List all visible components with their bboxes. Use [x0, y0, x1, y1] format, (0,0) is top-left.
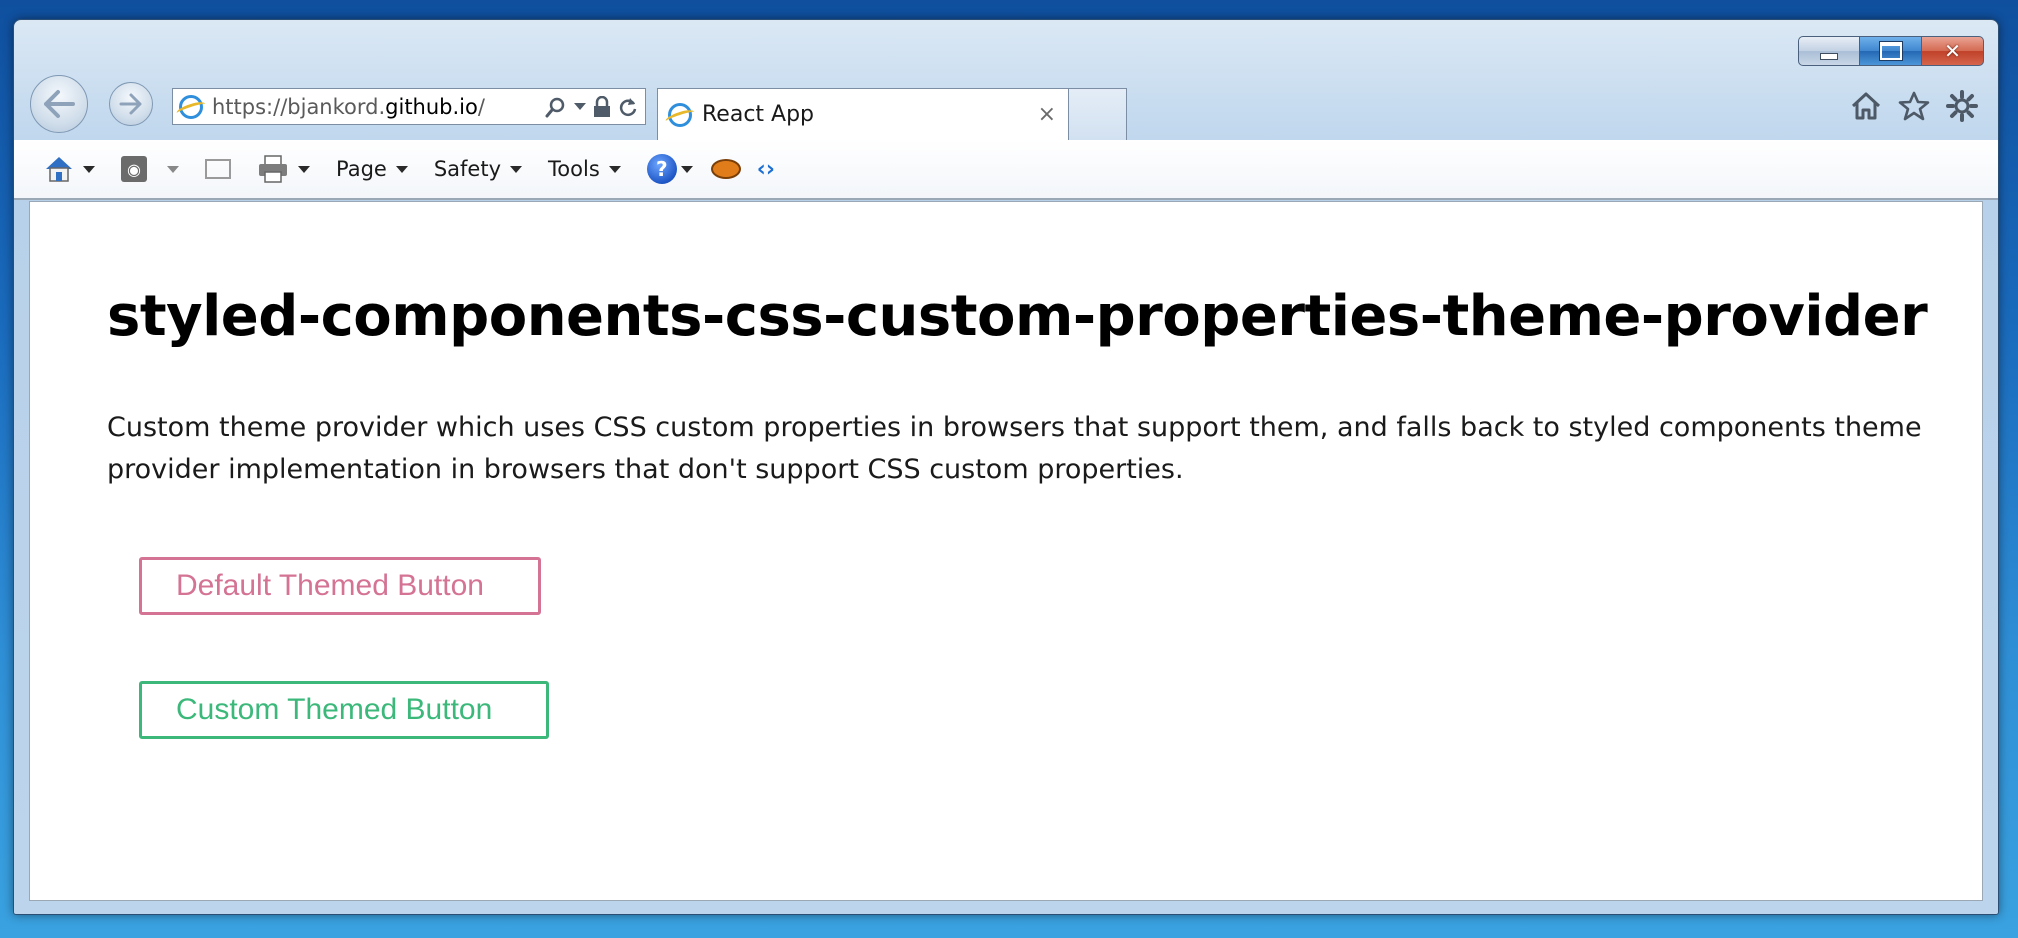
home-command[interactable] [44, 154, 95, 184]
default-themed-button[interactable]: Default Themed Button [139, 557, 541, 615]
page-content: styled-components-css-custom-properties-… [29, 201, 1983, 901]
close-icon: ✕ [1944, 39, 1961, 63]
mail-icon [205, 159, 231, 179]
tab-react-app[interactable]: React App × [657, 88, 1069, 140]
page-menu[interactable]: Page [336, 157, 408, 181]
command-bar: ◉ Page Safety Tools ? ‹› [14, 140, 1998, 200]
tab-title: React App [702, 102, 815, 127]
minimize-icon [1820, 52, 1838, 60]
address-bar-icons [545, 95, 645, 118]
print-dropdown-icon[interactable] [298, 165, 310, 173]
tools-menu-label: Tools [548, 157, 600, 181]
minimize-button[interactable] [1798, 36, 1860, 66]
bug-icon [710, 159, 741, 179]
browser-window: ✕ https://bjankord.github.io/ React App … [13, 19, 1999, 915]
tab-close-icon[interactable]: × [1038, 102, 1056, 127]
tools-dropdown-icon [608, 165, 621, 173]
tools-menu[interactable]: Tools [548, 157, 621, 181]
home-dropdown-icon[interactable] [83, 165, 95, 173]
feeds-command[interactable]: ◉ [121, 156, 179, 182]
help-dropdown-icon [680, 165, 693, 173]
maximize-icon [1879, 42, 1902, 60]
safety-menu[interactable]: Safety [433, 157, 523, 181]
ie-tab-icon [668, 102, 692, 127]
ie-page-icon [179, 94, 203, 119]
back-arrow-icon [44, 90, 75, 118]
help-menu[interactable]: ? [646, 154, 693, 184]
url-text[interactable]: https://bjankord.github.io/ [212, 95, 485, 119]
close-window-button[interactable]: ✕ [1922, 36, 1984, 66]
help-icon: ? [646, 154, 677, 184]
url-suffix: / [477, 94, 485, 119]
bug-command[interactable] [710, 159, 741, 179]
lock-icon[interactable] [593, 95, 611, 118]
feeds-icon: ◉ [121, 156, 147, 182]
page-title: styled-components-css-custom-properties-… [107, 284, 1928, 349]
page-menu-label: Page [336, 157, 387, 181]
print-icon [259, 155, 287, 183]
print-command[interactable] [257, 154, 310, 184]
devtools-command[interactable]: ‹› [757, 157, 775, 182]
page-dropdown-icon [395, 165, 408, 173]
search-icon[interactable] [545, 96, 567, 118]
refresh-icon[interactable] [618, 96, 638, 118]
browser-right-icons [1850, 90, 1978, 122]
forward-button[interactable] [109, 82, 153, 126]
search-dropdown-icon[interactable] [574, 103, 586, 110]
url-prefix: https://bjankord. [212, 94, 386, 119]
home-icon[interactable] [1850, 91, 1882, 121]
page-description: Custom theme provider which uses CSS cus… [107, 412, 1922, 485]
forward-arrow-icon [119, 93, 142, 115]
new-tab-button[interactable] [1069, 88, 1127, 140]
maximize-button[interactable] [1860, 36, 1922, 66]
back-button[interactable] [30, 75, 88, 133]
mail-command[interactable] [205, 159, 231, 179]
custom-themed-button[interactable]: Custom Themed Button [139, 681, 549, 739]
address-bar[interactable]: https://bjankord.github.io/ [172, 88, 646, 125]
home-icon [46, 157, 72, 182]
window-caption-buttons: ✕ [1798, 36, 1984, 66]
safety-menu-label: Safety [433, 157, 502, 181]
feeds-dropdown-icon[interactable] [167, 165, 179, 173]
safety-dropdown-icon [510, 165, 523, 173]
star-icon[interactable] [1898, 91, 1930, 121]
url-domain: github.io [385, 94, 478, 119]
devtools-icon: ‹› [756, 156, 775, 182]
gear-icon[interactable] [1946, 90, 1978, 122]
